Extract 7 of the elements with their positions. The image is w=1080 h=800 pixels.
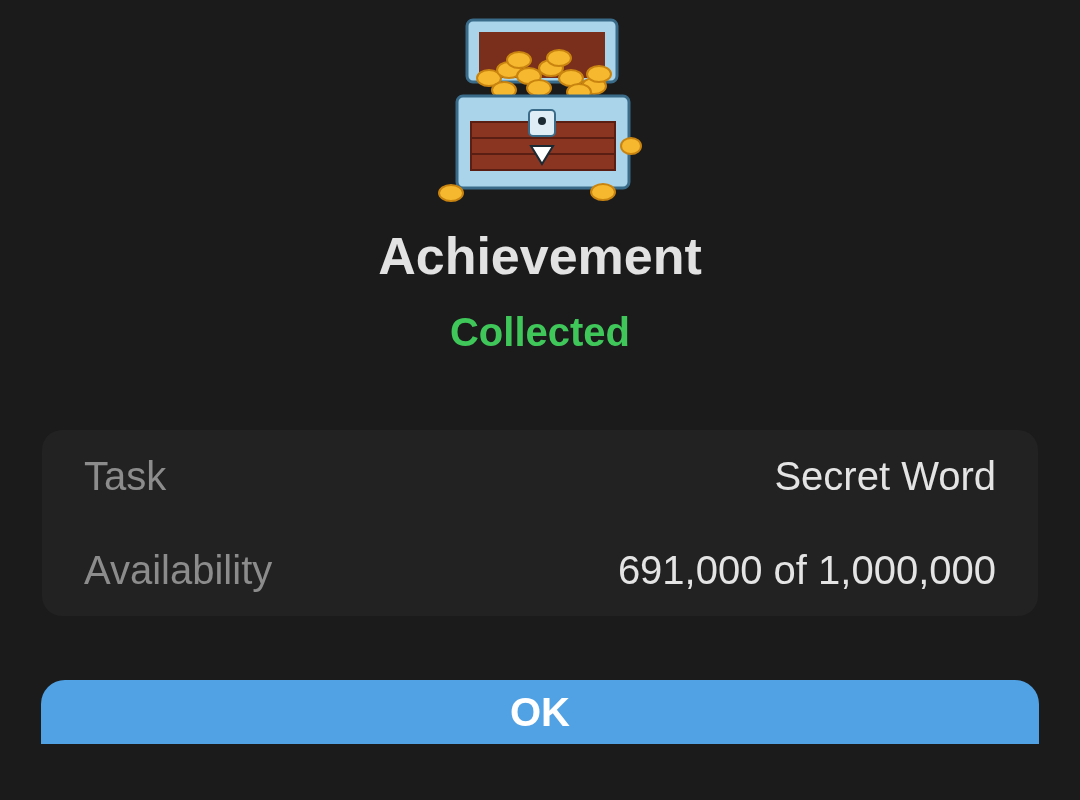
detail-value: 691,000 of 1,000,000 [617,550,996,590]
ok-button[interactable]: OK [41,680,1039,744]
detail-label: Task [84,456,167,496]
dialog-title: Achievement [378,230,702,282]
detail-label: Availability [84,550,273,590]
status-label: Collected [449,312,630,352]
detail-value: Secret Word [774,456,996,496]
